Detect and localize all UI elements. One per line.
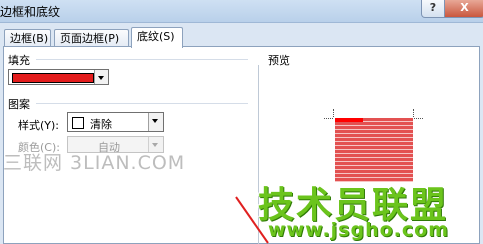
pattern-separator bbox=[36, 103, 248, 104]
watermark-3lian: 三联网 3LIAN.COM bbox=[3, 152, 186, 174]
corner-mark bbox=[333, 109, 335, 117]
clear-swatch bbox=[72, 117, 84, 129]
window-title: 边框和底纹 bbox=[0, 5, 61, 19]
preview-label: 预览 bbox=[268, 54, 290, 67]
chevron-down-icon[interactable] bbox=[148, 113, 163, 131]
fill-label: 填充 bbox=[8, 54, 30, 67]
chevron-down-icon[interactable] bbox=[94, 70, 108, 84]
fill-color-dropdown[interactable] bbox=[8, 69, 109, 85]
preview-shading bbox=[335, 118, 413, 182]
pattern-label: 图案 bbox=[8, 98, 30, 111]
corner-mark bbox=[413, 109, 415, 117]
close-button[interactable]: X bbox=[444, 0, 483, 18]
tab-shading[interactable]: 底纹(S) bbox=[131, 27, 183, 48]
preview-top-bar bbox=[335, 118, 363, 122]
pattern-style-value: 清除 bbox=[90, 118, 112, 131]
fill-separator bbox=[36, 59, 248, 60]
watermark-url: www.jsgho.com bbox=[268, 219, 449, 241]
style-label: 样式(Y): bbox=[18, 119, 60, 132]
corner-mark bbox=[324, 118, 333, 120]
help-button[interactable]: ? bbox=[421, 0, 445, 18]
pattern-style-dropdown[interactable]: 清除 bbox=[67, 112, 164, 132]
title-bar: 边框和底纹 ? X bbox=[0, 0, 483, 23]
annotation-arrow bbox=[235, 196, 269, 244]
tab-page-border[interactable]: 页面边框(P) bbox=[54, 29, 129, 46]
tab-borders[interactable]: 边框(B) bbox=[4, 29, 51, 46]
fill-color-swatch bbox=[12, 73, 94, 83]
corner-mark bbox=[414, 118, 423, 120]
